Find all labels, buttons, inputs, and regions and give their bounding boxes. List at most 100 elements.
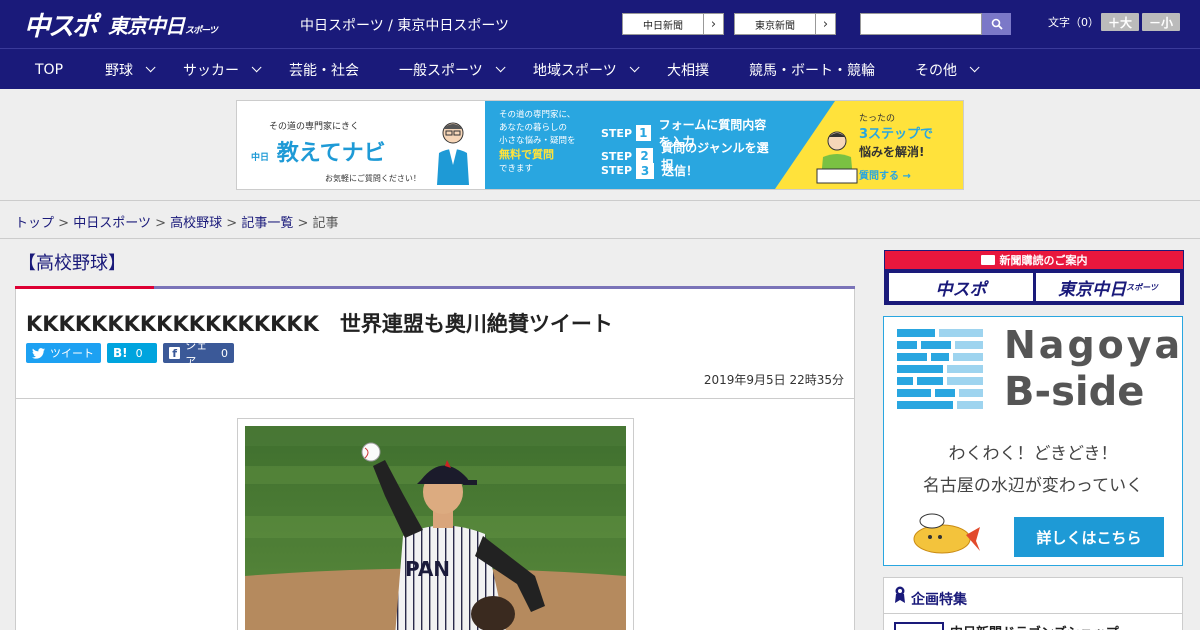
breadcrumb-item-top[interactable]: トップ [15, 216, 54, 231]
ad-step-3: STEP 3 送信！ [601, 162, 698, 179]
breadcrumb-separator: > [226, 216, 238, 231]
bside-title-line2: B-side [1004, 369, 1145, 415]
ad-ask-button[interactable]: 質問する → [859, 167, 911, 182]
font-decrease-button[interactable]: －小 [1142, 13, 1180, 31]
nav-label: TOP [35, 61, 64, 78]
subscription-banner[interactable]: 新聞購読のご案内 中スポ 東京中日 スポーツ [884, 250, 1184, 305]
ad-cta-line2: 3ステップで [859, 127, 934, 142]
breadcrumb: トップ > 中日スポーツ > 高校野球 > 記事一覧 > 記事 [0, 200, 1200, 239]
ribbon-icon [895, 586, 905, 603]
facebook-share-button[interactable]: f シェア 0 [163, 339, 234, 368]
breadcrumb-separator: > [155, 216, 166, 231]
ad-desc-highlight: 無料で質問 [499, 148, 554, 161]
bside-copy-line1: わくわく！どきどき！ [948, 444, 1118, 464]
nav-label: その他 [915, 62, 957, 79]
bside-details-button[interactable]: 詳しくはこちら [1014, 517, 1164, 557]
nagoya-bside-ad[interactable]: Nagoya B-side わくわく！どきどき！ 名古屋の水辺が変わっていく 詳… [883, 316, 1183, 566]
ad-tagline: その道の専門家にきく [269, 122, 360, 132]
subscribe-chuspo-button[interactable]: 中スポ [889, 273, 1033, 301]
ad-brand-panel: その道の専門家にきく 中日 教えてナビ お気軽にご質問ください！ [237, 101, 485, 189]
ad-brand: 中日 教えてナビ [251, 135, 386, 167]
main-nav: TOP 野球 サッカー 芸能・社会 一般スポーツ 地域スポーツ 大相撲 競馬・ボ… [0, 48, 1200, 89]
twitter-bird-icon [32, 347, 45, 359]
subscribe-tokyo-chunichi-button[interactable]: 東京中日 スポーツ [1036, 273, 1180, 301]
facebook-share-label: シェア [185, 339, 208, 368]
chevron-down-icon [969, 62, 980, 73]
oshiete-navi-ad[interactable]: その道の専門家にきく 中日 教えてナビ お気軽にご質問ください！ その道の専門家… [236, 100, 964, 190]
site-header: 中スポ 東京中日スポーツ 中日スポーツ / 東京中日スポーツ 中日新聞 › 東京… [0, 0, 1200, 48]
chevron-right-icon: › [815, 14, 835, 34]
expert-illustration [437, 122, 469, 185]
bside-brick-logo [897, 329, 983, 409]
publish-date: 2019年9月5日 22時35分 [703, 373, 844, 387]
logo-sub-text: 東京中日 [108, 13, 185, 38]
article-photo[interactable]: PAN [245, 426, 626, 630]
newspaper-icon [980, 255, 995, 265]
search-input[interactable] [860, 13, 982, 35]
nav-item-top[interactable]: TOP [35, 49, 63, 90]
feature-section: 企画特集 中日新聞ドラゴンズショップ [883, 577, 1183, 630]
tokyo-shimbun-link[interactable]: 東京新聞 › [734, 13, 836, 35]
breadcrumb-trail: トップ > 中日スポーツ > 高校野球 > 記事一覧 > 記事 [15, 212, 339, 231]
nav-label: 芸能・社会 [289, 62, 359, 79]
ad-brand-small: 中日 [251, 153, 270, 163]
tweet-button[interactable]: ツイート [26, 343, 101, 363]
nav-item-baseball[interactable]: 野球 [105, 49, 156, 90]
pitcher-photo: PAN [245, 426, 626, 630]
chunichi-shimbun-link[interactable]: 中日新聞 › [622, 13, 724, 35]
logo-tokyo-chunichi[interactable]: 東京中日スポーツ [108, 10, 218, 39]
nav-item-other[interactable]: その他 [915, 49, 980, 90]
chevron-right-icon: › [703, 14, 723, 34]
nav-item-soccer[interactable]: サッカー [183, 49, 262, 90]
breadcrumb-separator: > [58, 216, 70, 231]
nav-item-entertainment[interactable]: 芸能・社会 [289, 49, 359, 90]
step-word: STEP [601, 149, 633, 163]
bside-copy-line2: 名古屋の水辺が変わっていく [922, 476, 1144, 496]
subscription-header: 新聞購読のご案内 [885, 251, 1183, 269]
font-size-label: 文字（0） [1048, 16, 1099, 29]
feature-item-dragons-shop[interactable]: 中日新聞ドラゴンズショップ [950, 622, 1119, 630]
subscribe-tokyo-chunichi-label: 東京中日 [1058, 279, 1127, 300]
feature-header: 企画特集 [884, 578, 1182, 614]
ad-brand-text: 教えてナビ [276, 141, 386, 166]
breadcrumb-item-high-school-baseball[interactable]: 高校野球 [170, 216, 222, 231]
search-button[interactable] [982, 13, 1011, 35]
nav-label: 競馬・ボート・競輪 [749, 62, 875, 79]
ad-info-panel: その道の専門家に、 あなたの暮らしの 小さな悩み・疑問を 無料で質問 できます … [485, 101, 775, 189]
step-word: STEP [601, 164, 633, 177]
logo-chuspo[interactable]: 中スポ [24, 6, 98, 43]
step-text: 送信！ [662, 164, 699, 178]
hatena-icon: B! [113, 346, 128, 360]
ad-note: お気軽にご質問ください！ [325, 174, 421, 183]
nav-item-racing[interactable]: 競馬・ボート・競輪 [749, 49, 875, 90]
breadcrumb-separator: > [297, 216, 309, 231]
nav-item-general-sports[interactable]: 一般スポーツ [399, 49, 506, 90]
ad-desc-1: その道の専門家に、 [499, 110, 576, 120]
dragons-shop-thumbnail[interactable] [894, 622, 944, 630]
nav-label: サッカー [183, 62, 239, 79]
site-logo[interactable]: 中スポ 東京中日スポーツ [24, 6, 218, 43]
article-divider [16, 398, 854, 399]
font-increase-button[interactable]: ＋大 [1101, 13, 1139, 31]
nav-label: 一般スポーツ [399, 62, 483, 79]
nav-label: 大相撲 [667, 62, 709, 79]
breadcrumb-current: 記事 [312, 216, 339, 231]
chevron-down-icon [629, 62, 640, 73]
fried-shrimp-mascot-icon [913, 513, 980, 554]
article-top-accent [15, 286, 154, 289]
breadcrumb-item-article-list[interactable]: 記事一覧 [241, 216, 293, 231]
nav-item-local-sports[interactable]: 地域スポーツ [533, 49, 640, 90]
chevron-down-icon [251, 62, 262, 73]
hatena-bookmark-button[interactable]: B! 0 [107, 343, 157, 363]
step-number: 3 [636, 162, 655, 179]
chevron-down-icon [145, 62, 156, 73]
hatena-count: 0 [135, 346, 143, 360]
bside-title-line1: Nagoya [1004, 323, 1184, 367]
ad-desc-3: 小さな悩み・疑問を [499, 136, 576, 146]
step-word: STEP [601, 126, 633, 140]
ad-diagonal-divider [775, 101, 835, 189]
site-title: 中日スポーツ / 東京中日スポーツ [300, 18, 510, 34]
nav-item-sumo[interactable]: 大相撲 [667, 49, 709, 90]
feature-title: 企画特集 [911, 592, 967, 608]
breadcrumb-item-chunichi-sports[interactable]: 中日スポーツ [73, 216, 151, 231]
